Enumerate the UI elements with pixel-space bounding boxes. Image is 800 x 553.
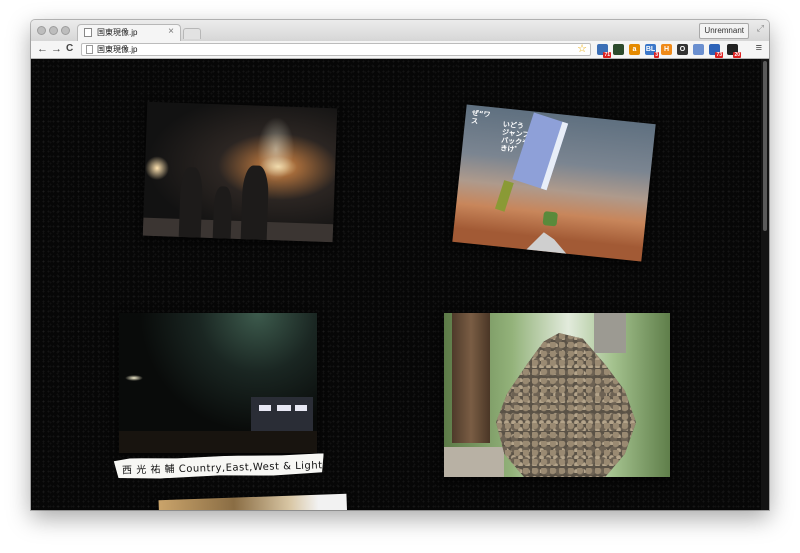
menu-icon[interactable]: ≡ — [756, 42, 762, 54]
ext-bl-icon[interactable]: BL 3 — [645, 44, 659, 58]
animation-sky-photo[interactable]: ぜ“ワ ス いどう ジャンプ バックや きけ゛ん — [452, 104, 656, 262]
stone-pagoda-photo[interactable] — [444, 313, 670, 477]
badge-count: 71 — [603, 52, 611, 58]
address-bar[interactable]: 国東現像.jp ☆ — [81, 43, 591, 56]
fullscreen-icon[interactable]: ⤢ — [757, 23, 764, 34]
browser-tab[interactable]: 国東現像.jp × — [77, 24, 181, 41]
stone-path — [444, 447, 504, 477]
scrollbar-thumb[interactable] — [763, 61, 767, 231]
close-window-button[interactable] — [37, 26, 46, 35]
ext-orange-icon[interactable]: H — [661, 44, 672, 55]
profile-button[interactable]: Unremnant — [699, 23, 749, 39]
ext-avatar-icon[interactable]: 20 — [727, 44, 741, 58]
page-icon — [86, 45, 93, 54]
ext-1-icon[interactable]: 71 — [597, 44, 611, 58]
lit-window — [295, 405, 307, 411]
url-text[interactable]: 国東現像.jp — [97, 45, 137, 55]
ground — [119, 431, 317, 453]
reload-icon[interactable]: C — [66, 42, 73, 56]
title-bar: 国東現像.jp × Unremnant ⤢ — [31, 20, 769, 41]
minimize-window-button[interactable] — [49, 26, 58, 35]
overlay-text: ぜ“ワ ス — [470, 109, 491, 126]
lit-window — [277, 405, 291, 411]
badge-count: 20 — [733, 52, 741, 58]
browser-toolbar: ← → C 国東現像.jp ☆ 71 a BL 3 H O 73 20 ≡ — [31, 41, 769, 59]
maximize-window-button[interactable] — [61, 26, 70, 35]
street-light — [125, 375, 143, 381]
ext-hatena-icon[interactable]: 73 — [709, 44, 723, 58]
ext-2-icon[interactable] — [613, 44, 624, 55]
page-icon — [84, 28, 92, 37]
tab-title: 国東現像.jp — [97, 28, 138, 37]
artist-caption: 西 光 祐 輔 Country,East,West & Light. — [114, 453, 324, 479]
forward-icon[interactable]: → — [51, 42, 62, 56]
badge-count: 3 — [654, 52, 659, 58]
back-icon[interactable]: ← — [37, 42, 48, 56]
bookmark-star-icon[interactable]: ☆ — [577, 42, 587, 55]
browser-window: 国東現像.jp × Unremnant ⤢ ← → C 国東現像.jp ☆ 71… — [31, 20, 769, 510]
stone-lantern — [594, 313, 626, 353]
tree-trunk — [452, 313, 490, 443]
person-silhouette — [178, 166, 204, 238]
page-content: ぜ“ワ ス いどう ジャンプ バックや きけ゛ん 西 光 祐 輔 Country… — [31, 59, 769, 510]
person-silhouette — [240, 165, 270, 240]
amazon-icon[interactable]: a — [629, 44, 640, 55]
stick-shape — [494, 180, 514, 212]
night-street-photo[interactable] — [119, 313, 317, 453]
scrollbar[interactable] — [761, 59, 769, 510]
ground — [142, 217, 334, 243]
caption-text: 西 光 祐 輔 Country,East,West & Light. — [121, 460, 327, 477]
character-sprite — [542, 211, 558, 227]
lit-window — [259, 405, 271, 411]
building — [251, 397, 313, 431]
badge-count: 73 — [715, 52, 723, 58]
ext-circle-icon[interactable]: O — [677, 44, 688, 55]
ext-folder-icon[interactable] — [693, 44, 704, 55]
partial-photo[interactable] — [158, 493, 348, 510]
rock-peak — [519, 227, 577, 262]
person-silhouette — [212, 186, 233, 239]
stone-pile — [496, 333, 636, 477]
tab-close-icon[interactable]: × — [168, 26, 174, 37]
new-tab-button[interactable] — [183, 28, 201, 39]
night-festival-photo[interactable] — [142, 101, 338, 243]
lamp-glow — [144, 155, 170, 181]
